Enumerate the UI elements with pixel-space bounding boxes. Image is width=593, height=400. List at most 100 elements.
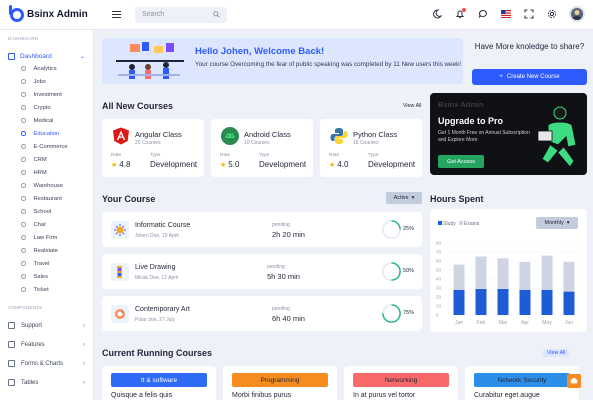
bar-exams: [475, 256, 487, 289]
language-flag-icon[interactable]: [500, 8, 512, 20]
running-course-card[interactable]: It & software Quisque a felis quis: [102, 366, 216, 400]
sidebar-item-realstate[interactable]: Realstate: [0, 244, 93, 257]
course-row[interactable]: Informatic Course Johen Doe, 19 April pe…: [102, 212, 422, 247]
top-bar: Bsinx Admin Search: [0, 0, 593, 30]
features-icon: [8, 341, 15, 348]
informatic-course-icon: [111, 221, 129, 239]
course-meta: Micak Doe, 12 April: [135, 275, 179, 281]
course-row[interactable]: Live Drawing Micak Doe, 12 April pending…: [102, 254, 422, 289]
sidebar: DASHBOARD Dashboard ⌄ Analytics Jobs Inv…: [0, 30, 94, 400]
welcome-text: Your course Overcoming the fear of publi…: [195, 61, 462, 68]
android-icon: [221, 127, 239, 145]
running-view-all-link[interactable]: View All: [543, 349, 570, 357]
x-tick-label: May: [542, 320, 552, 326]
course-filter-value: Active: [393, 195, 409, 201]
x-tick-label: Jan: [455, 320, 463, 326]
sidebar-item-sales[interactable]: Sales: [0, 270, 93, 283]
welcome-illustration: [116, 42, 184, 79]
x-tick-label: Apr: [521, 320, 529, 326]
x-tick-label: Jun: [565, 320, 573, 326]
y-tick-label: 50: [436, 268, 442, 273]
sidebar-group-tables[interactable]: Tables ›: [0, 373, 93, 392]
course-title: Contemporary Art: [135, 306, 190, 313]
chevron-right-icon: ›: [83, 379, 85, 386]
sidebar-item-restaurant[interactable]: Restaurant: [0, 192, 93, 205]
sidebar-item-education[interactable]: Education: [0, 127, 93, 140]
upgrade-promo-card: Bsinx Admin Upgrade to Pro Get 1 Month F…: [430, 93, 587, 175]
get-access-button[interactable]: Get Access: [438, 155, 484, 168]
sidebar-item-jobs[interactable]: Jobs: [0, 75, 93, 88]
sidebar-item-warehouse[interactable]: Warehouse: [0, 179, 93, 192]
sidebar-item-ecommerce[interactable]: E-Commerce: [0, 140, 93, 153]
y-tick-label: 80: [436, 241, 442, 246]
bar-exams: [519, 261, 531, 290]
progress-percent: 25%: [403, 226, 415, 232]
progress-percent: 75%: [403, 310, 415, 316]
course-card-python[interactable]: Python Class 18 Courses Rate ★ 4.0 Type D…: [320, 119, 422, 177]
chevron-right-icon: ›: [83, 341, 85, 348]
sidebar-item-crypto[interactable]: Crypto: [0, 101, 93, 114]
new-courses-view-all-link[interactable]: View All: [403, 103, 421, 109]
user-avatar[interactable]: [569, 6, 585, 22]
rating-value: 5.0: [228, 160, 240, 169]
y-tick-label: 20: [436, 295, 442, 300]
course-title: Informatic Course: [135, 222, 191, 229]
x-tick-label: Mar: [499, 320, 508, 326]
running-course-name: Curabitur eget augue: [474, 392, 540, 399]
current-running-courses-title: Current Running Courses: [102, 348, 213, 358]
rate-label: Rate: [220, 153, 231, 158]
sidebar-group-label: Features: [21, 341, 45, 348]
bar-exams: [563, 261, 575, 292]
search-icon: [213, 11, 220, 18]
menu-toggle-icon[interactable]: [112, 11, 121, 18]
fullscreen-icon[interactable]: [523, 8, 535, 20]
course-filter-dropdown[interactable]: Active ▾: [386, 192, 422, 204]
course-type: Development: [150, 160, 198, 169]
customizer-button[interactable]: [567, 374, 581, 388]
rate-label: Rate: [329, 153, 340, 158]
notification-bell-icon[interactable]: [454, 8, 466, 20]
y-tick-label: 0: [436, 313, 439, 318]
sidebar-item-dashboard[interactable]: Dashboard ⌄: [8, 53, 93, 60]
sidebar-item-analytics[interactable]: Analytics: [0, 62, 93, 75]
sidebar-section-dashboard: DASHBOARD: [8, 36, 39, 41]
brand[interactable]: Bsinx Admin: [0, 4, 100, 22]
progress-ring: [382, 262, 401, 281]
hours-spent-title: Hours Spent: [430, 194, 484, 204]
sidebar-item-chat[interactable]: Chat: [0, 218, 93, 231]
category-badge: Programming: [232, 373, 328, 387]
dashboard-submenu: Analytics Jobs Investment Crypto Medical…: [0, 62, 93, 296]
sidebar-item-ticket[interactable]: Ticket: [0, 283, 93, 296]
sidebar-item-law-firm[interactable]: Law Firm: [0, 231, 93, 244]
dark-mode-icon[interactable]: [431, 8, 443, 20]
chat-icon[interactable]: [477, 8, 489, 20]
settings-icon: [570, 378, 578, 384]
sidebar-group-label: Forms & Charts: [21, 360, 64, 367]
running-course-card[interactable]: Programming Morbi finibus purus: [223, 366, 337, 400]
sidebar-group-support[interactable]: Support ›: [0, 316, 93, 335]
running-course-name: Morbi finibus purus: [232, 392, 292, 399]
y-tick-label: 60: [436, 259, 442, 264]
pending-label: pending: [267, 264, 285, 270]
course-row[interactable]: Contemporary Art Polar doe, 27 July pend…: [102, 296, 422, 331]
share-prompt: Have More knoledge to share?: [474, 42, 585, 51]
python-icon: [330, 128, 348, 144]
running-course-card[interactable]: Networking In at purus vel tortor: [344, 366, 458, 400]
hours-spent-chart: Study Exams 80 70 60 50 40 30 20 10 0 Jan Feb Mar Apr M…: [436, 221, 580, 326]
course-card-angular[interactable]: Angular Class 20 Courses Rate ★ 4.8 Type …: [102, 119, 204, 177]
sidebar-group-features[interactable]: Features ›: [0, 335, 93, 354]
sidebar-item-investment[interactable]: Investment: [0, 88, 93, 101]
running-course-card[interactable]: Network Security Curabitur eget augue: [465, 366, 579, 400]
type-label: Type: [368, 153, 379, 158]
sidebar-group-forms-charts[interactable]: Forms & Charts ›: [0, 354, 93, 373]
course-card-android[interactable]: Android Class 10 Courses Rate ★ 5.0 Type …: [211, 119, 313, 177]
search-input[interactable]: Search: [135, 6, 227, 23]
sidebar-item-travel[interactable]: Travel: [0, 257, 93, 270]
create-new-course-button[interactable]: + Create New Course: [472, 69, 587, 85]
sidebar-item-school[interactable]: School: [0, 205, 93, 218]
sidebar-item-medical[interactable]: Medical: [0, 114, 93, 127]
sidebar-item-hrm[interactable]: HRM: [0, 166, 93, 179]
brand-name: Bsinx Admin: [27, 9, 88, 20]
sidebar-item-crm[interactable]: CRM: [0, 153, 93, 166]
settings-gear-icon[interactable]: [546, 8, 558, 20]
